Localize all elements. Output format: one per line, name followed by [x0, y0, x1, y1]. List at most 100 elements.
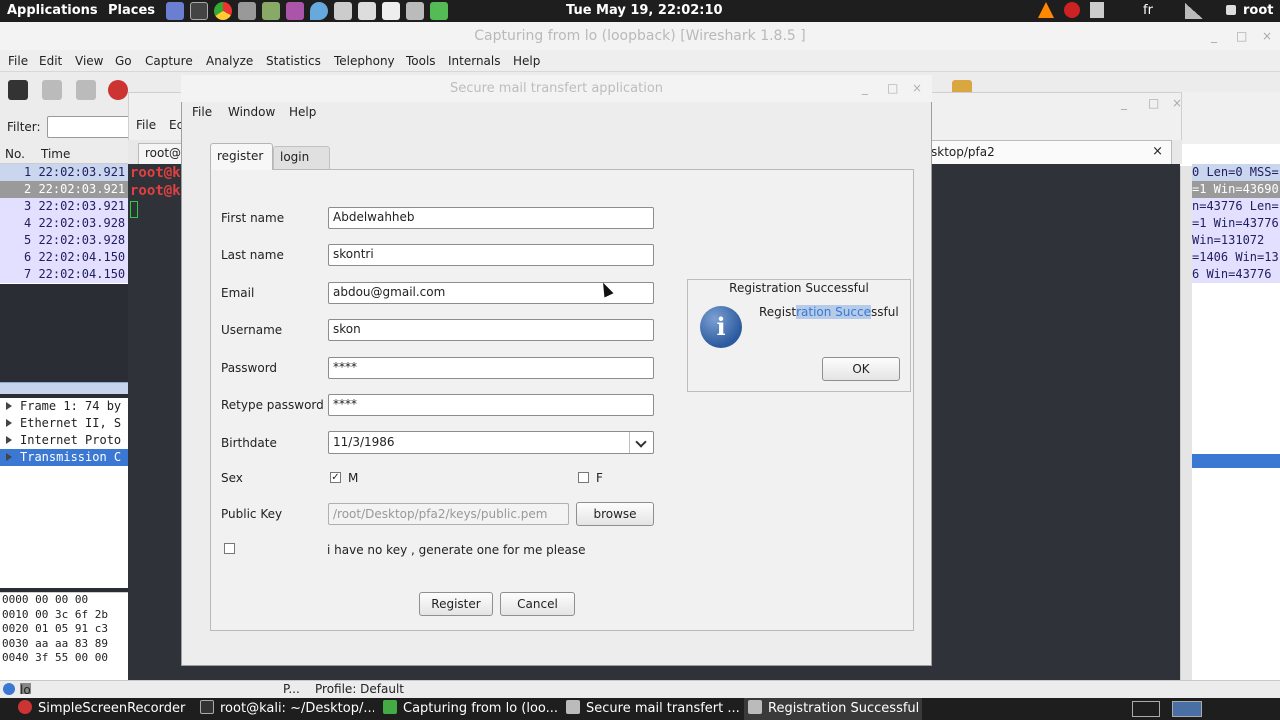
packet-row[interactable]: 5 22:02:03.928 [0, 232, 130, 249]
detail-row[interactable]: Internet Proto [0, 432, 130, 449]
app-menu-help[interactable]: Help [289, 105, 316, 119]
minimize-icon[interactable]: _ [1121, 96, 1127, 110]
close-tab-icon[interactable]: × [1152, 144, 1163, 159]
clipboard-icon[interactable] [1090, 2, 1104, 18]
birthdate-select[interactable]: 11/3/1986 [328, 431, 654, 454]
app-icon[interactable] [310, 2, 328, 20]
options-icon[interactable] [42, 80, 62, 100]
cancel-button[interactable]: Cancel [500, 592, 575, 616]
user-menu[interactable]: root [1243, 3, 1274, 18]
sex-m-checkbox[interactable]: ✓ [330, 472, 341, 483]
terminal-icon[interactable] [190, 2, 208, 20]
app-icon[interactable] [382, 2, 400, 20]
app-menu-file[interactable]: File [192, 105, 212, 119]
app-icon[interactable] [358, 2, 376, 20]
taskbar-item[interactable]: Capturing from lo (loo... [379, 698, 557, 720]
column-no[interactable]: No. [5, 147, 25, 161]
packet-row[interactable]: 1 22:02:03.921 [0, 164, 130, 181]
first-name-field[interactable]: Abdelwahheb [328, 207, 654, 229]
workspace-1[interactable] [1132, 701, 1160, 717]
taskbar-item[interactable]: root@kali: ~/Desktop/... [196, 698, 374, 720]
tab-login[interactable]: login [273, 146, 330, 169]
ok-button[interactable]: OK [822, 357, 900, 381]
menu-telephony[interactable]: Telephony [334, 54, 395, 68]
keyboard-layout[interactable]: fr [1143, 3, 1153, 18]
pane-splitter[interactable] [0, 382, 130, 394]
applications-menu[interactable]: Applications [7, 3, 98, 18]
maximize-icon[interactable]: □ [887, 75, 898, 102]
iceweasel-icon[interactable] [166, 2, 184, 20]
profile-status[interactable]: Profile: Default [315, 682, 404, 696]
menu-help[interactable]: Help [513, 54, 540, 68]
tab-register[interactable]: register [210, 143, 273, 170]
minimize-icon[interactable]: _ [1211, 22, 1217, 50]
detail-row[interactable]: Ethernet II, S [0, 415, 130, 432]
sex-f-checkbox[interactable] [578, 472, 589, 483]
chrome-icon[interactable] [214, 2, 232, 20]
packet-row[interactable]: 2 22:02:03.921 [0, 181, 130, 198]
menu-tools[interactable]: Tools [406, 54, 436, 68]
generate-key-checkbox[interactable] [224, 543, 235, 554]
app-menu-window[interactable]: Window [228, 105, 275, 119]
retype-password-field[interactable]: **** [328, 394, 654, 416]
capture-status-icon[interactable] [3, 683, 15, 695]
menu-file[interactable]: File [8, 54, 28, 68]
taskbar-item[interactable]: Secure mail transfert ... [562, 698, 740, 720]
close-icon[interactable]: × [1172, 96, 1182, 110]
camera-icon[interactable] [406, 2, 424, 20]
public-key-field[interactable]: /root/Desktop/pfa2/keys/public.pem [328, 503, 569, 525]
app-icon[interactable] [238, 2, 256, 20]
filter-input[interactable] [47, 116, 137, 138]
app-icon[interactable] [430, 2, 448, 20]
workspace-2[interactable] [1172, 701, 1202, 717]
packet-row[interactable]: 6 22:02:04.150 [0, 249, 130, 266]
close-icon[interactable]: × [1262, 22, 1272, 50]
last-name-field[interactable]: skontri [328, 244, 654, 266]
maximize-icon[interactable]: □ [1148, 96, 1159, 110]
minimize-icon[interactable]: _ [862, 75, 868, 102]
app-icon[interactable] [262, 2, 280, 20]
packet-row[interactable]: 7 22:02:04.150 [0, 266, 130, 283]
chat-icon[interactable] [1226, 5, 1236, 15]
record-icon[interactable] [1064, 2, 1080, 18]
scrollbar[interactable] [1180, 166, 1192, 680]
vlc-icon[interactable] [1038, 2, 1054, 18]
terminal-menu-file[interactable]: File [136, 118, 156, 132]
taskbar-item[interactable]: SimpleScreenRecorder [14, 698, 192, 720]
maximize-icon[interactable]: □ [1236, 22, 1247, 50]
packet-row[interactable]: 3 22:02:03.921 [0, 198, 130, 215]
clock[interactable]: Tue May 19, 22:02:10 [566, 3, 723, 18]
start-icon[interactable] [76, 80, 96, 100]
menu-analyze[interactable]: Analyze [206, 54, 253, 68]
menu-internals[interactable]: Internals [448, 54, 501, 68]
taskbar-item[interactable]: Registration Successful [744, 698, 922, 720]
menu-statistics[interactable]: Statistics [266, 54, 321, 68]
password-field[interactable]: **** [328, 357, 654, 379]
menu-capture[interactable]: Capture [145, 54, 193, 68]
detail-row[interactable]: Transmission C [0, 449, 130, 466]
stop-icon[interactable] [108, 80, 128, 100]
packet-info[interactable]: =1 Win=43776 [1192, 215, 1280, 232]
packet-info[interactable]: n=43776 Len= [1192, 198, 1280, 215]
packet-info[interactable]: 0 Len=0 MSS= [1192, 164, 1280, 181]
menu-edit[interactable]: Edit [39, 54, 62, 68]
packet-info[interactable]: =1406 Win=13 [1192, 249, 1280, 266]
packet-info[interactable]: 6 Win=43776 [1192, 266, 1280, 283]
browse-button[interactable]: browse [576, 502, 654, 526]
app-icon[interactable] [334, 2, 352, 20]
terminal-tab[interactable]: sktop/pfa2 × [930, 140, 1172, 164]
places-menu[interactable]: Places [108, 3, 155, 18]
packet-info[interactable]: Win=131072 [1192, 232, 1280, 249]
app-icon[interactable] [286, 2, 304, 20]
menu-go[interactable]: Go [115, 54, 132, 68]
network-icon[interactable] [1185, 3, 1203, 19]
packet-info[interactable]: =1 Win=43690 [1192, 181, 1280, 198]
column-time[interactable]: Time [41, 147, 70, 161]
menu-view[interactable]: View [75, 54, 103, 68]
register-button[interactable]: Register [419, 592, 493, 616]
packet-row[interactable]: 4 22:02:03.928 [0, 215, 130, 232]
close-icon[interactable]: × [912, 75, 922, 102]
chevron-down-icon[interactable] [629, 432, 653, 453]
username-field[interactable]: skon [328, 319, 654, 341]
detail-row[interactable]: Frame 1: 74 by [0, 398, 130, 415]
